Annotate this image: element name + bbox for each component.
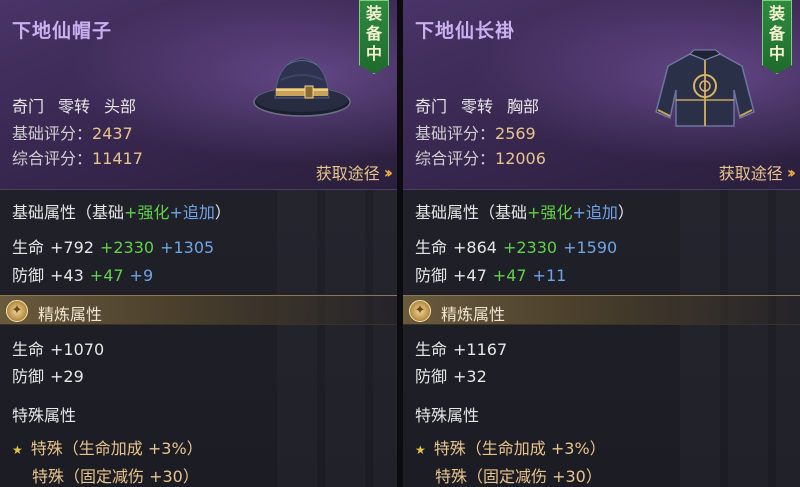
base-score: 基础评分：2437 xyxy=(12,124,133,143)
special-attributes-title: 特殊属性 xyxy=(415,406,480,425)
total-score: 综合评分：11417 xyxy=(12,149,143,168)
attr-row-def: 防御 +43 +47 +9 xyxy=(12,266,154,285)
refine-row-def: 防御 +32 xyxy=(415,367,487,386)
refine-row-hp: 生命 +1167 xyxy=(415,340,508,359)
refine-icon: ✦ xyxy=(409,300,431,322)
equipped-badge: 装备中 xyxy=(762,0,792,74)
attr-row-def: 防御 +47 +47 +11 xyxy=(415,266,567,285)
robe-icon xyxy=(655,49,755,127)
refine-row-hp: 生命 +1070 xyxy=(12,340,105,359)
base-attributes-title: 基础属性（基础+强化+追加） xyxy=(12,203,231,222)
equipped-badge: 装备中 xyxy=(359,0,389,74)
item-tooltip-hat: 下地仙帽子 装备中 奇门 零转 头部 基础评分：2437 综合评分：11417 获取… xyxy=(0,0,397,487)
item-type: 奇门 零转 头部 xyxy=(12,97,137,116)
background-pattern xyxy=(277,190,397,487)
double-chevron-right-icon: ›› xyxy=(383,162,393,182)
special-attr-1: ★ 特殊（生命加成 +3%） xyxy=(12,439,203,458)
attr-row-hp: 生命 +864 +2330 +1590 xyxy=(415,238,618,257)
star-icon: ★ xyxy=(415,443,426,457)
refine-title: 精炼属性 xyxy=(441,305,506,324)
star-icon: ★ xyxy=(12,443,23,457)
hat-icon xyxy=(253,57,351,117)
item-header: 下地仙长褂 装备中 奇门 零转 胸部 基础评分：2569 综合评分：12006 获取… xyxy=(403,0,800,190)
total-score: 综合评分：12006 xyxy=(415,149,546,168)
obtain-route-link[interactable]: 获取途径 ›› xyxy=(316,160,393,184)
base-score: 基础评分：2569 xyxy=(415,124,536,143)
special-attributes-title: 特殊属性 xyxy=(12,406,77,425)
double-chevron-right-icon: ›› xyxy=(786,162,796,182)
item-type: 奇门 零转 胸部 xyxy=(415,97,540,116)
refine-title: 精炼属性 xyxy=(38,305,103,324)
obtain-route-link[interactable]: 获取途径 ›› xyxy=(719,160,796,184)
item-name: 下地仙帽子 xyxy=(12,20,113,42)
item-tooltip-robe: 下地仙长褂 装备中 奇门 零转 胸部 基础评分：2569 综合评分：12006 获取… xyxy=(403,0,800,487)
special-attr-2: 特殊（固定减伤 +30） xyxy=(32,467,199,486)
refine-section-header: ✦ 精炼属性 xyxy=(403,295,800,325)
special-attr-2: 特殊（固定减伤 +30） xyxy=(435,467,602,486)
item-header: 下地仙帽子 装备中 奇门 零转 头部 基础评分：2437 综合评分：11417 获取… xyxy=(0,0,397,190)
refine-row-def: 防御 +29 xyxy=(12,367,84,386)
item-name: 下地仙长褂 xyxy=(415,20,516,42)
attr-row-hp: 生命 +792 +2330 +1305 xyxy=(12,238,215,257)
refine-icon: ✦ xyxy=(6,300,28,322)
background-pattern xyxy=(680,190,800,487)
base-attributes-title: 基础属性（基础+强化+追加） xyxy=(415,203,634,222)
special-attr-1: ★ 特殊（生命加成 +3%） xyxy=(415,439,606,458)
refine-section-header: ✦ 精炼属性 xyxy=(0,295,397,325)
